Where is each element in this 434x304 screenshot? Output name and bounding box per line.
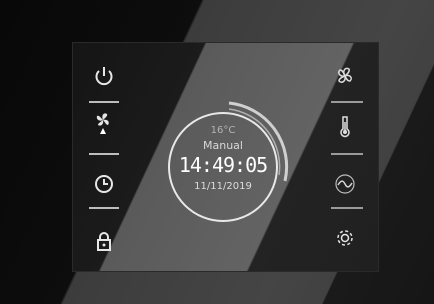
thermostat-screen: 16°C Manual 14:49:05 11/11/2019 — [72, 42, 379, 272]
clock-dial[interactable]: 16°C Manual 14:49:05 11/11/2019 — [153, 85, 303, 235]
right-separator-2 — [331, 153, 363, 155]
left-separator-1 — [89, 101, 119, 103]
right-separator-1 — [331, 101, 363, 103]
mode-label: Manual — [203, 139, 243, 152]
temperature-readout: 16°C — [210, 125, 236, 136]
power-icon[interactable] — [91, 63, 117, 89]
lock-icon[interactable] — [91, 229, 117, 255]
fan-speed-icon[interactable] — [90, 109, 116, 135]
left-separator-3 — [89, 207, 119, 209]
fan-icon[interactable] — [332, 63, 358, 89]
settings-gear-icon[interactable] — [332, 225, 358, 251]
wave-icon[interactable] — [332, 171, 358, 197]
right-separator-3 — [331, 207, 363, 209]
left-separator-2 — [89, 153, 119, 155]
time-readout: 14:49:05 — [178, 153, 268, 177]
clock-icon[interactable] — [91, 171, 117, 197]
thermometer-icon[interactable] — [332, 113, 358, 139]
date-readout: 11/11/2019 — [194, 181, 252, 192]
